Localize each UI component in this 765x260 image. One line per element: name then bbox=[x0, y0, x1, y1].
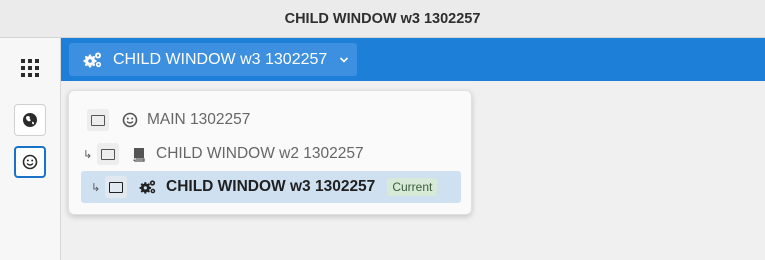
gears-icon bbox=[139, 179, 157, 195]
window-list-item-w2[interactable]: ↳ CHILD WINDOW w2 1302257 bbox=[83, 138, 467, 170]
book-icon bbox=[131, 146, 147, 162]
rail-button-smiley[interactable] bbox=[14, 146, 46, 178]
window-box-icon bbox=[87, 109, 109, 131]
window-list-popup: MAIN 1302257 ↳ CHILD WINDOW w2 1302257 ↳ bbox=[68, 90, 472, 215]
window-list-item-label: CHILD WINDOW w3 1302257 bbox=[166, 178, 376, 195]
window-list-item-main[interactable]: MAIN 1302257 bbox=[87, 104, 467, 136]
gears-icon bbox=[83, 51, 103, 69]
switcher-label: CHILD WINDOW w3 1302257 bbox=[113, 50, 328, 68]
child-arrow-icon: ↳ bbox=[91, 181, 101, 194]
child-arrow-icon: ↳ bbox=[83, 148, 93, 161]
window-list-item-w3[interactable]: ↳ CHILD WINDOW w3 1302257 Current bbox=[81, 171, 461, 203]
globe-icon bbox=[22, 112, 38, 128]
window-list-item-label: MAIN 1302257 bbox=[147, 111, 251, 128]
window-switcher-button[interactable]: CHILD WINDOW w3 1302257 bbox=[69, 43, 357, 76]
rail-button-globe[interactable] bbox=[14, 104, 46, 136]
window-box-icon bbox=[97, 143, 119, 165]
chevron-down-icon bbox=[339, 56, 349, 64]
side-rail bbox=[0, 38, 61, 260]
header-bar: CHILD WINDOW w3 1302257 bbox=[61, 38, 765, 81]
smiley-icon bbox=[122, 112, 138, 128]
window-list-item-label: CHILD WINDOW w2 1302257 bbox=[156, 145, 364, 162]
window-box-icon bbox=[105, 176, 127, 198]
smiley-icon bbox=[22, 154, 38, 170]
title-bar: CHILD WINDOW w3 1302257 bbox=[0, 0, 765, 38]
current-badge: Current bbox=[387, 178, 438, 196]
window-title: CHILD WINDOW w3 1302257 bbox=[284, 11, 481, 27]
grid-icon[interactable] bbox=[20, 58, 40, 78]
